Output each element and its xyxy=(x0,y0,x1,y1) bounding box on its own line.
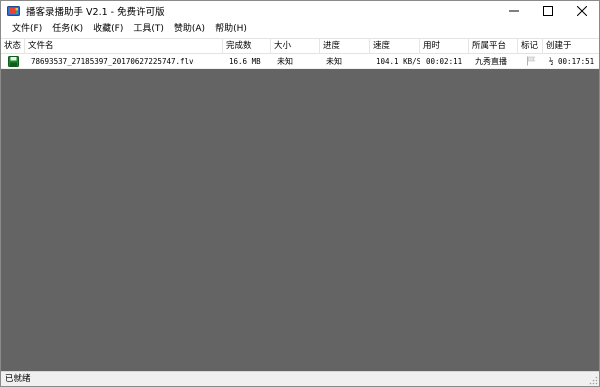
table-header: 状态 文件名 完成数 大小 进度 速度 用时 所属平台 标记 创建于 xyxy=(1,38,599,54)
window-title: 播客录播助手 V2.1 - 免费许可版 xyxy=(26,7,165,18)
column-header-completed[interactable]: 完成数 xyxy=(223,39,271,54)
minimize-button[interactable] xyxy=(497,1,531,21)
column-header-filename[interactable]: 文件名 xyxy=(25,39,223,54)
window-controls xyxy=(497,1,599,21)
title-bar[interactable]: 播客录播助手 V2.1 - 免费许可版 xyxy=(1,1,599,21)
menu-favorites[interactable]: 收藏(F) xyxy=(88,21,128,38)
row-size: 未知 xyxy=(277,57,293,66)
save-disk-icon xyxy=(8,56,19,67)
row-speed: 104.1 KB/S xyxy=(376,57,420,66)
status-text: 已就绪 xyxy=(5,374,31,384)
row-completed: 16.6 MB xyxy=(229,57,261,66)
resize-grip-icon[interactable] xyxy=(588,375,598,385)
column-header-size[interactable]: 大小 xyxy=(271,39,320,54)
row-flag-cell[interactable] xyxy=(521,54,543,69)
column-header-elapsed[interactable]: 用时 xyxy=(420,39,469,54)
row-platform: 九秀直播 xyxy=(475,57,507,66)
flag-icon xyxy=(527,56,536,66)
column-header-created[interactable]: 创建于 xyxy=(543,39,599,54)
menu-task[interactable]: 任务(K) xyxy=(47,21,88,38)
column-header-speed[interactable]: 速度 xyxy=(370,39,420,54)
row-status-cell xyxy=(1,54,25,69)
row-filename: 78693537_27185397_20170627225747.flv xyxy=(31,57,194,66)
minimize-icon xyxy=(509,10,519,12)
close-button[interactable] xyxy=(565,1,599,21)
close-icon xyxy=(577,6,587,16)
column-header-progress[interactable]: 进度 xyxy=(320,39,370,54)
menu-tools[interactable]: 工具(T) xyxy=(128,21,169,38)
column-header-platform[interactable]: 所属平台 xyxy=(469,39,518,54)
menu-file[interactable]: 文件(F) xyxy=(7,21,47,38)
row-created: ½ 00:17:51 xyxy=(549,57,595,66)
table-row[interactable]: 78693537_27185397_20170627225747.flv 16.… xyxy=(1,54,599,69)
app-window: 播客录播助手 V2.1 - 免费许可版 文件(F) 任务(K) 收藏(F) 工具… xyxy=(0,0,600,387)
row-elapsed: 00:02:11 xyxy=(426,57,463,66)
column-header-flag[interactable]: 标记 xyxy=(518,39,543,54)
menu-sponsor[interactable]: 赞助(A) xyxy=(169,21,210,38)
app-logo-icon xyxy=(6,4,20,18)
maximize-button[interactable] xyxy=(531,1,565,21)
row-progress: 未知 xyxy=(326,57,342,66)
column-header-status[interactable]: 状态 xyxy=(1,39,25,54)
menu-bar: 文件(F) 任务(K) 收藏(F) 工具(T) 赞助(A) 帮助(H) xyxy=(1,21,599,38)
list-empty-area[interactable] xyxy=(1,69,599,371)
status-bar: 已就绪 xyxy=(1,371,599,386)
maximize-icon xyxy=(543,6,553,16)
menu-help[interactable]: 帮助(H) xyxy=(210,21,252,38)
